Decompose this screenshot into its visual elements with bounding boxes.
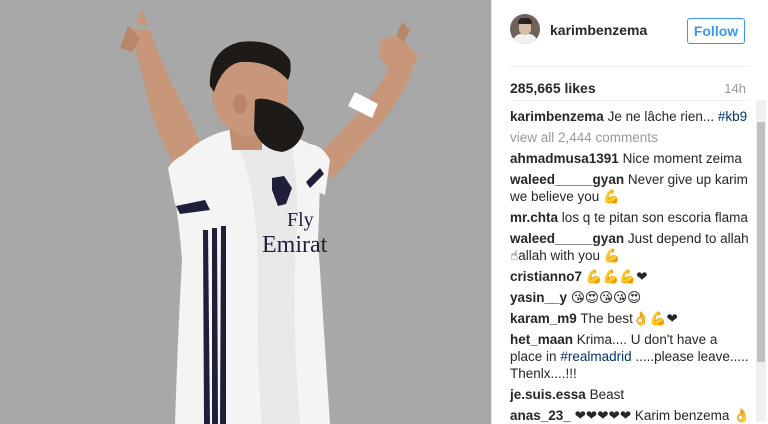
benzema-illustration: Fly Emirat	[120, 10, 418, 424]
comments-list: karimbenzema Je ne lâche rien... #kb9 vi…	[510, 108, 750, 424]
view-all-comments-link[interactable]: view all 2,444 comments	[510, 129, 750, 146]
avatar[interactable]	[510, 14, 540, 44]
comment-item: waleed_____gyan Never give up karim we b…	[510, 171, 750, 205]
comments-scrollbar[interactable]	[756, 100, 766, 422]
comment-username[interactable]: mr.chta	[510, 210, 558, 225]
comment-username[interactable]: het_maan	[510, 332, 573, 347]
comment-text: Beast	[589, 387, 625, 402]
jersey-sponsor-line1: Fly	[287, 209, 314, 231]
comment-text: los q te pitan son escoria flama	[561, 210, 748, 225]
comment-text: 💪💪💪❤	[585, 269, 648, 284]
follow-button[interactable]: Follow	[687, 18, 745, 44]
header-divider	[510, 66, 750, 67]
post-photo[interactable]: Fly Emirat	[0, 0, 491, 424]
comment-username[interactable]: je.suis.essa	[510, 387, 586, 402]
comment-username[interactable]: karam_m9	[510, 311, 577, 326]
comment-item: waleed_____gyan Just depend to allah ☝al…	[510, 230, 750, 264]
likes-divider	[510, 100, 750, 101]
scrollbar-thumb[interactable]	[757, 122, 765, 362]
comment-username[interactable]: waleed_____gyan	[510, 231, 624, 246]
post-header: karimbenzema Follow	[492, 0, 768, 66]
comment-item: ahmadmusa1391 Nice moment zeima	[510, 150, 750, 167]
comment-item: karam_m9 The best👌💪❤	[510, 310, 750, 327]
caption-hashtag[interactable]: #kb9	[718, 109, 747, 124]
caption-username[interactable]: karimbenzema	[510, 109, 604, 124]
comment-username[interactable]: ahmadmusa1391	[510, 151, 619, 166]
comment-username[interactable]: anas_23_	[510, 408, 571, 423]
avatar-hair	[518, 18, 532, 24]
comment-item: cristianno7 💪💪💪❤	[510, 268, 750, 285]
likes-count[interactable]: 285,665 likes	[510, 80, 596, 96]
post-side-panel: karimbenzema Follow 285,665 likes 14h ka…	[492, 0, 768, 424]
comment-item: je.suis.essa Beast	[510, 386, 750, 403]
caption-text: Je ne lâche rien...	[607, 109, 715, 124]
comment-item: yasin__y 😘😍😘😘😍	[510, 289, 750, 306]
comment-text: 😘😍😘😘😍	[570, 290, 642, 305]
comment-item: mr.chta los q te pitan son escoria flama	[510, 209, 750, 226]
comment-text: Nice moment zeima	[622, 151, 742, 166]
username-link[interactable]: karimbenzema	[550, 22, 647, 38]
comment-username[interactable]: cristianno7	[510, 269, 582, 284]
comment-hashtag[interactable]: #realmadrid	[560, 349, 631, 364]
comment-item: anas_23_ ❤❤❤❤❤ Karim benzema 👌👌👌 never g…	[510, 407, 750, 424]
comment-username[interactable]: waleed_____gyan	[510, 172, 624, 187]
caption: karimbenzema Je ne lâche rien... #kb9	[510, 108, 750, 125]
comment-text: The best👌💪❤	[580, 311, 678, 326]
jersey-sponsor-line2: Emirat	[262, 232, 328, 258]
comment-item: het_maan Krima.... U don't have a place …	[510, 331, 750, 382]
avatar-shirt	[513, 34, 537, 44]
post-age[interactable]: 14h	[724, 81, 746, 96]
comment-username[interactable]: yasin__y	[510, 290, 567, 305]
